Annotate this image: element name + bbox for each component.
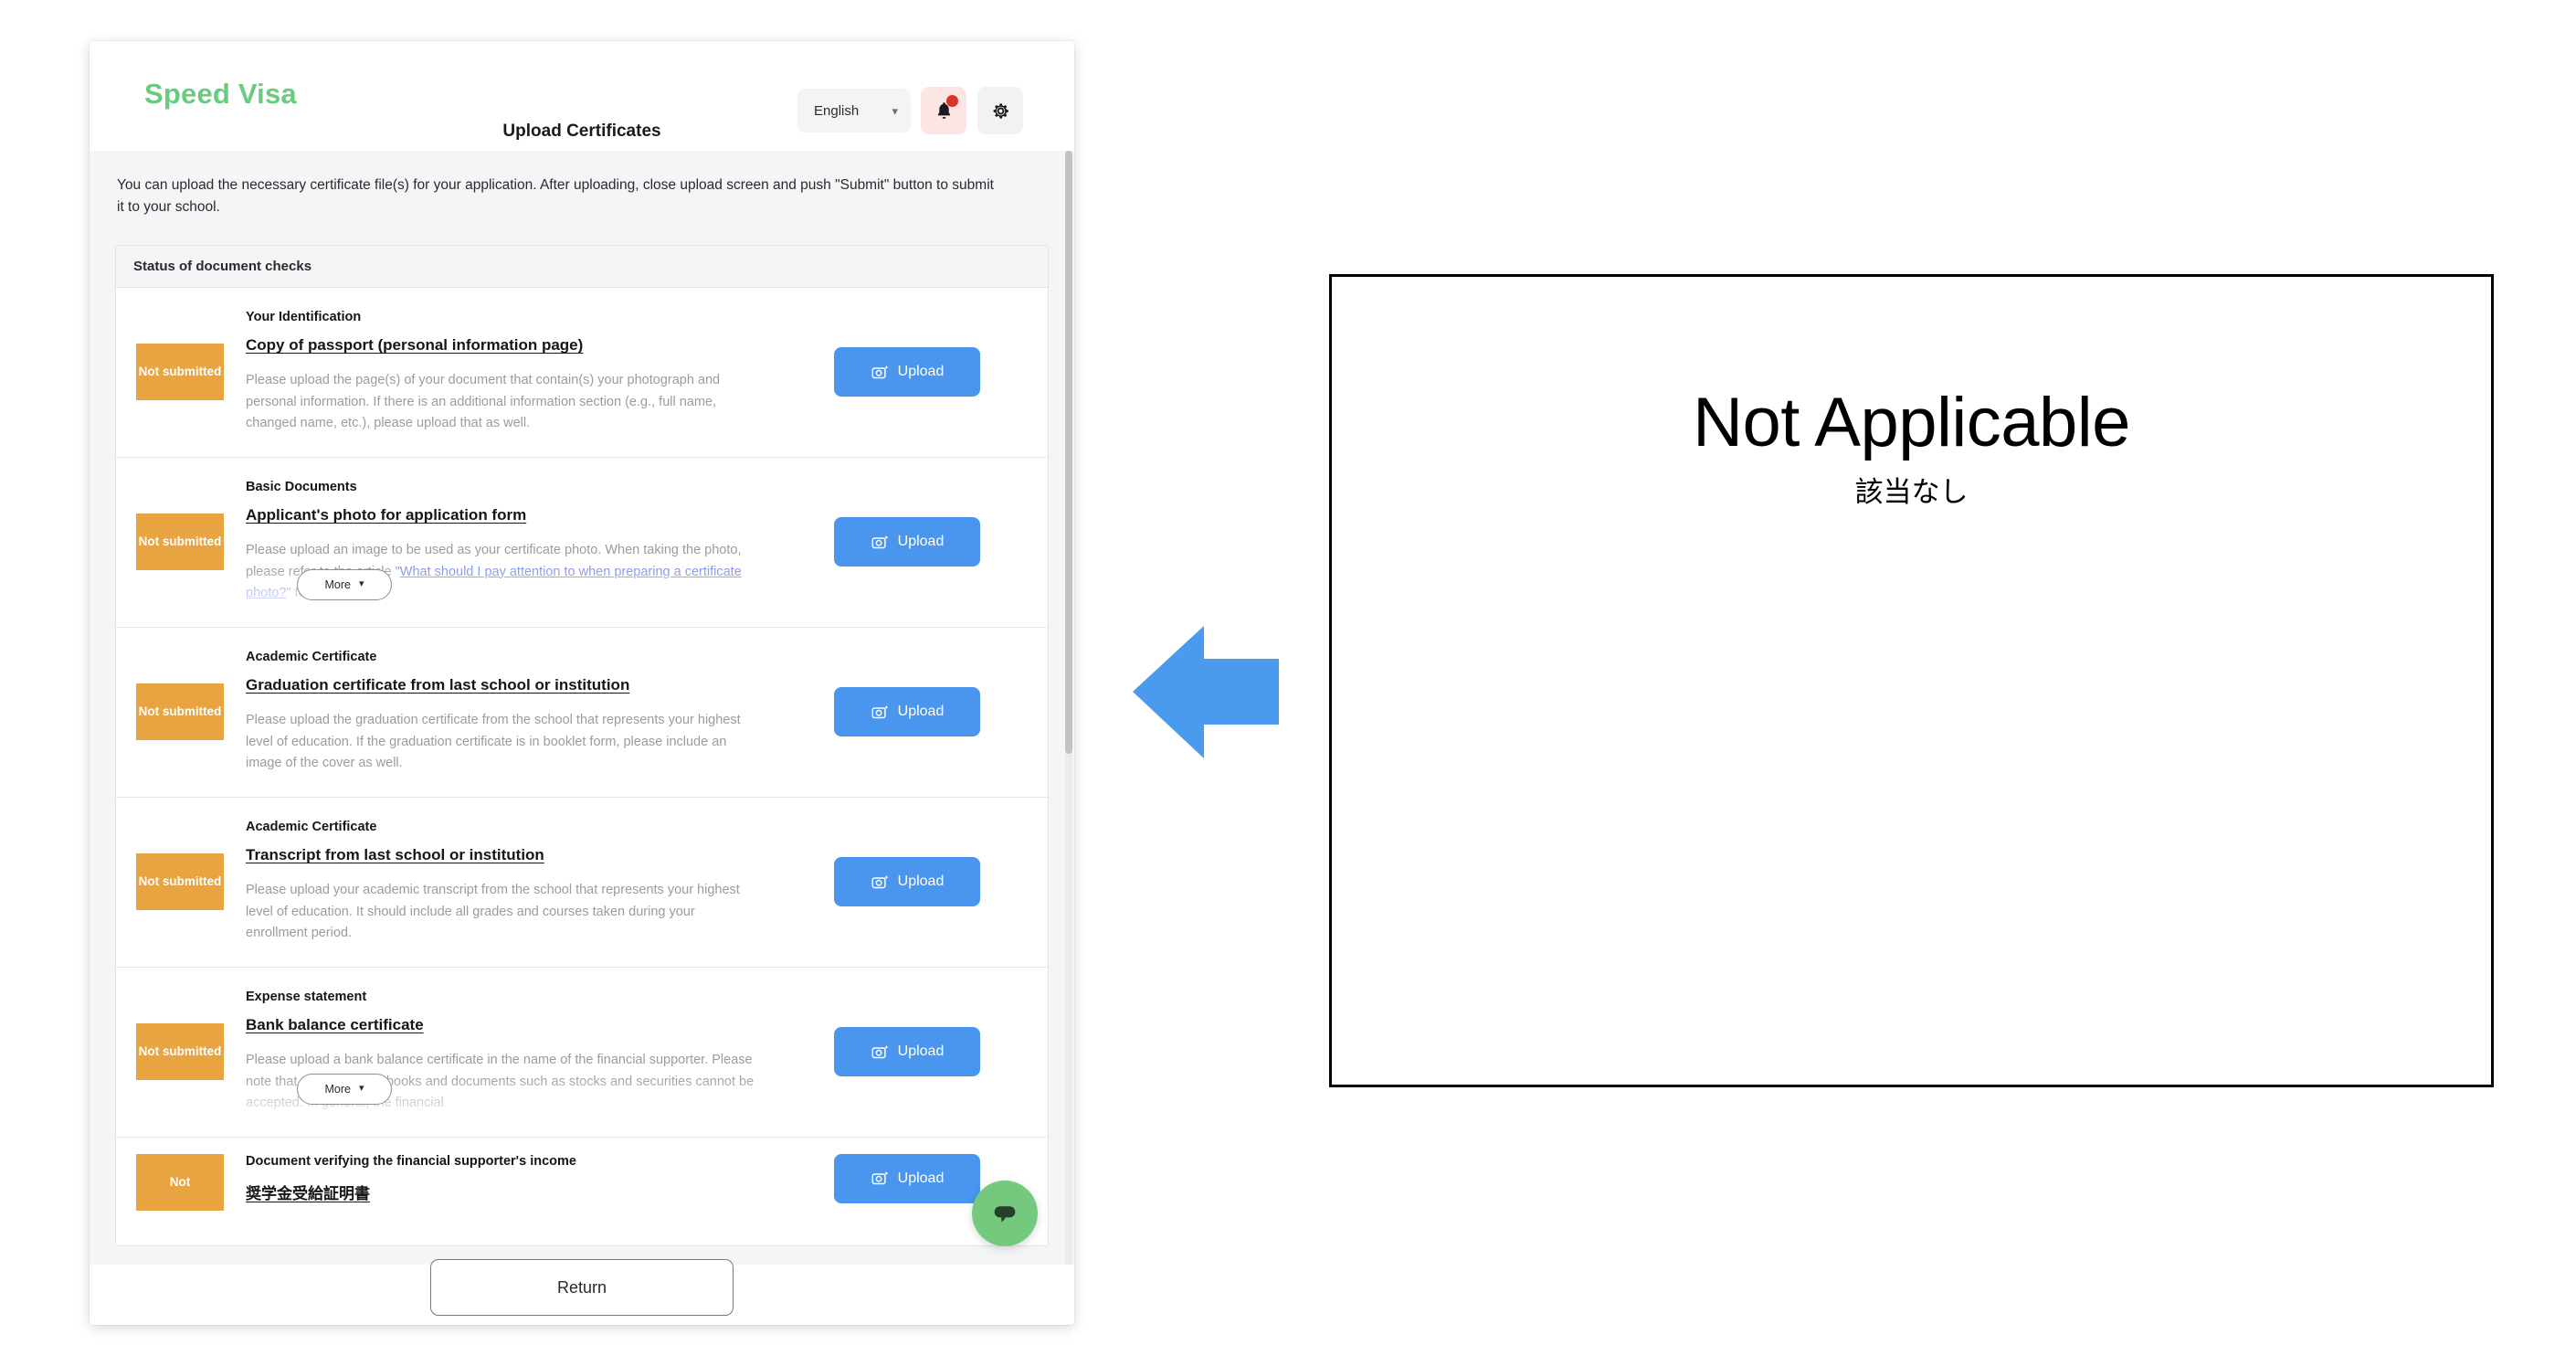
- document-name-link[interactable]: Copy of passport (personal information p…: [246, 336, 583, 355]
- document-info: Academic Certificate Transcript from las…: [224, 820, 834, 944]
- more-button-label: More: [324, 577, 351, 591]
- app-scroll-body[interactable]: You can upload the necessary certificate…: [90, 151, 1074, 1267]
- upload-button-label: Upload: [897, 364, 945, 380]
- status-badge: Not submitted: [136, 1023, 224, 1081]
- upload-button[interactable]: Upload: [834, 1153, 980, 1203]
- language-select-label: English: [814, 102, 860, 119]
- not-applicable-panel: Not Applicable 該当なし: [1329, 274, 2494, 1087]
- not-applicable-subtitle: 該当なし: [1854, 475, 1969, 508]
- upload-button-label: Upload: [897, 1043, 945, 1060]
- camera-icon: [871, 874, 889, 889]
- status-badge: Not submitted: [136, 344, 224, 401]
- table-row: Not Document verifying the financial sup…: [116, 1137, 1048, 1245]
- more-button[interactable]: More ▾: [297, 1073, 392, 1105]
- upload-button[interactable]: Upload: [834, 517, 980, 567]
- document-category: Basic Documents: [246, 480, 357, 495]
- more-button-label: More: [324, 1082, 351, 1096]
- app-footer: Return: [90, 1259, 1074, 1325]
- document-info: Academic Certificate Graduation certific…: [224, 650, 834, 774]
- left-arrow-annotation: [1133, 626, 1279, 758]
- document-description: Please upload the page(s) of your docume…: [246, 373, 721, 431]
- camera-icon: [871, 365, 889, 379]
- document-info: Document verifying the financial support…: [224, 1154, 834, 1219]
- chevron-down-icon: ▾: [358, 1083, 364, 1095]
- intro-text: You can upload the necessary certificate…: [117, 177, 994, 216]
- chevron-down-icon: ▾: [892, 103, 898, 118]
- document-name-link[interactable]: 奨学金受給証明書: [246, 1181, 370, 1203]
- upload-button-label: Upload: [897, 874, 945, 890]
- document-description: Please upload your academic transcript f…: [246, 883, 740, 941]
- status-badge: Not submitted: [136, 683, 224, 741]
- document-category: Document verifying the financial support…: [246, 1153, 576, 1169]
- brand-logo: Speed Visa: [144, 78, 297, 110]
- app-window: Speed Visa English ▾ Upload Certificates…: [90, 41, 1074, 1325]
- document-category: Academic Certificate: [246, 820, 377, 835]
- chevron-down-icon: ▾: [358, 578, 364, 590]
- table-row: Not submitted Academic Certificate Trans…: [116, 797, 1048, 968]
- document-info: Your Identification Copy of passport (pe…: [224, 310, 834, 434]
- page-title: Upload Certificates: [502, 122, 661, 141]
- table-row: Not submitted Academic Certificate Gradu…: [116, 627, 1048, 798]
- upload-button[interactable]: Upload: [834, 857, 980, 907]
- document-name-link[interactable]: Graduation certificate from last school …: [246, 676, 629, 694]
- document-description: Please upload the graduation certificate…: [246, 713, 741, 771]
- document-category: Your Identification: [246, 310, 362, 325]
- scrollbar-thumb[interactable]: [1065, 151, 1072, 754]
- upload-button-label: Upload: [897, 704, 945, 720]
- upload-button[interactable]: Upload: [834, 687, 980, 737]
- status-badge: Not: [136, 1153, 224, 1211]
- return-button[interactable]: Return: [430, 1259, 734, 1316]
- document-name-link[interactable]: Applicant's photo for application form: [246, 506, 526, 524]
- upload-button-label: Upload: [897, 1170, 945, 1186]
- upload-button[interactable]: Upload: [834, 347, 980, 397]
- camera-icon: [871, 535, 889, 549]
- document-category: Academic Certificate: [246, 650, 377, 665]
- chat-bubble-icon: [994, 1206, 1016, 1223]
- table-row: Not submitted Basic Documents Applicant'…: [116, 457, 1048, 628]
- table-row: Not submitted Your Identification Copy o…: [116, 287, 1048, 458]
- camera-icon: [871, 1044, 889, 1059]
- camera-icon: [871, 704, 889, 719]
- not-applicable-title: Not Applicable: [1693, 384, 2130, 461]
- not-applicable-content: Not Applicable 該当なし: [1332, 387, 2491, 510]
- document-checks-panel: Status of document checks Not submitted …: [115, 244, 1049, 1246]
- notification-badge-dot: [946, 95, 958, 107]
- document-name-link[interactable]: Transcript from last school or instituti…: [246, 846, 544, 864]
- document-category: Expense statement: [246, 990, 367, 1005]
- gear-icon: [993, 102, 1008, 119]
- upload-button-label: Upload: [897, 534, 945, 550]
- document-name-link[interactable]: Bank balance certificate: [246, 1016, 424, 1034]
- document-checks-header: Status of document checks: [116, 245, 1048, 288]
- more-button[interactable]: More ▾: [297, 568, 392, 600]
- table-row: Not submitted Expense statement Bank bal…: [116, 967, 1048, 1138]
- status-badge: Not submitted: [136, 514, 224, 571]
- upload-button[interactable]: Upload: [834, 1027, 980, 1077]
- camera-icon: [871, 1171, 889, 1185]
- status-badge: Not submitted: [136, 853, 224, 911]
- chat-support-button[interactable]: [972, 1181, 1038, 1246]
- app-header: Speed Visa English ▾ Upload Certificates: [90, 41, 1074, 151]
